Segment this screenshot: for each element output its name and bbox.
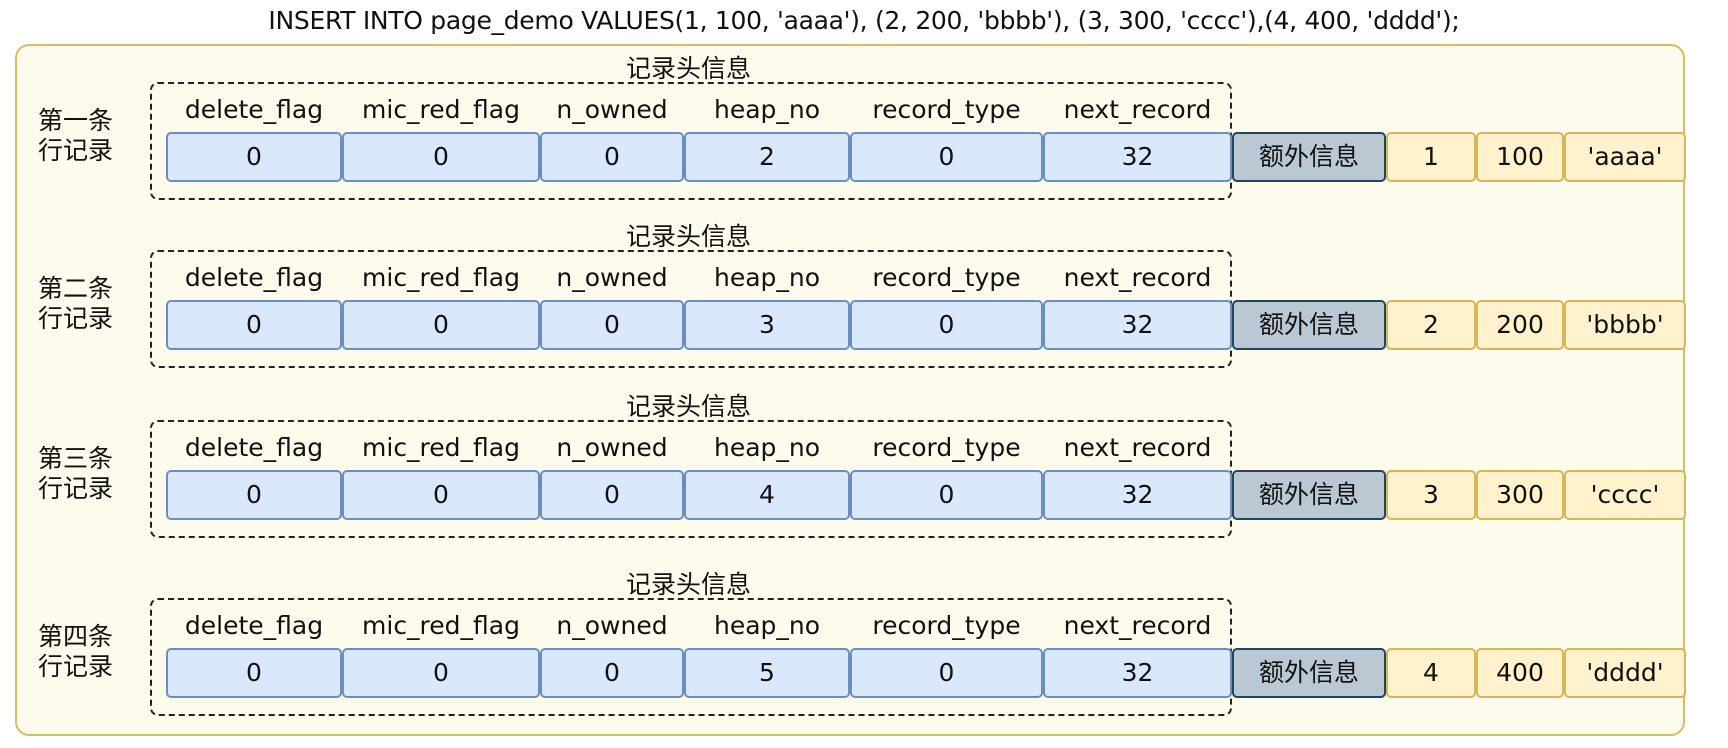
data-value-cell: 2 <box>1386 300 1476 350</box>
record-label: 第三条 行记录 <box>38 444 118 504</box>
header-value-delete-flag: 0 <box>166 648 342 698</box>
record-label-line1: 第四条 <box>38 622 114 651</box>
field-name-delete-flag: delete_flag <box>184 611 324 640</box>
record-header-title: 记录头信息 <box>626 222 752 251</box>
extra-info-cell: 额外信息 <box>1232 132 1386 182</box>
field-name-n-owned: n_owned <box>556 433 668 462</box>
field-name-delete-flag: delete_flag <box>184 263 324 292</box>
field-name-next-record: next_record <box>1063 263 1212 292</box>
record-label-line2: 行记录 <box>38 652 114 681</box>
field-name-delete-flag: delete_flag <box>184 95 324 124</box>
record-label-line1: 第三条 <box>38 444 114 473</box>
field-name-next-record: next_record <box>1063 611 1212 640</box>
record-label: 第一条 行记录 <box>38 106 118 166</box>
record-header-title: 记录头信息 <box>626 570 752 599</box>
field-name-heap-no: heap_no <box>713 433 821 462</box>
data-value-cell: 'bbbb' <box>1564 300 1686 350</box>
record-row: 第二条 行记录 记录头信息 delete_flag 0 mic_red_flag 0 n_ow… <box>0 222 1728 372</box>
data-value-cell: 100 <box>1476 132 1564 182</box>
field-name-record-type: record_type <box>872 263 1021 292</box>
field-name-mic-red-flag: mic_red_flag <box>362 95 520 124</box>
field-name-next-record: next_record <box>1063 433 1212 462</box>
field-name-heap-no: heap_no <box>713 263 821 292</box>
header-value-next-record: 32 <box>1043 470 1232 520</box>
header-value-delete-flag: 0 <box>166 470 342 520</box>
record-header-title: 记录头信息 <box>626 392 752 421</box>
field-name-heap-no: heap_no <box>713 611 821 640</box>
field-name-n-owned: n_owned <box>556 95 668 124</box>
data-value-cell: 200 <box>1476 300 1564 350</box>
field-name-n-owned: n_owned <box>556 611 668 640</box>
header-value-delete-flag: 0 <box>166 132 342 182</box>
extra-info-cell: 额外信息 <box>1232 300 1386 350</box>
record-row: 第三条 行记录 记录头信息 delete_flag 0 mic_red_flag 0 n_ow… <box>0 392 1728 542</box>
field-name-mic-red-flag: mic_red_flag <box>362 263 520 292</box>
record-label: 第二条 行记录 <box>38 274 118 334</box>
header-value-record-type: 0 <box>850 470 1043 520</box>
data-value-cell: 1 <box>1386 132 1476 182</box>
data-value-cell: 'aaaa' <box>1564 132 1686 182</box>
header-value-heap-no: 2 <box>684 132 850 182</box>
record-header-title: 记录头信息 <box>626 54 752 83</box>
header-value-next-record: 32 <box>1043 300 1232 350</box>
field-name-record-type: record_type <box>872 95 1021 124</box>
record-row: 第一条 行记录 记录头信息 delete_flag 0 mic_red_flag 0 n_ow… <box>0 54 1728 204</box>
sql-statement: INSERT INTO page_demo VALUES(1, 100, 'aa… <box>268 6 1460 35</box>
header-value-delete-flag: 0 <box>166 300 342 350</box>
header-value-next-record: 32 <box>1043 132 1232 182</box>
record-label-line2: 行记录 <box>38 136 114 165</box>
header-value-mic-red-flag: 0 <box>342 648 540 698</box>
header-value-heap-no: 3 <box>684 300 850 350</box>
data-value-cell: 3 <box>1386 470 1476 520</box>
extra-info-cell: 额外信息 <box>1232 648 1386 698</box>
field-name-next-record: next_record <box>1063 95 1212 124</box>
field-name-n-owned: n_owned <box>556 263 668 292</box>
field-name-record-type: record_type <box>872 611 1021 640</box>
header-value-record-type: 0 <box>850 132 1043 182</box>
data-value-cell: 'dddd' <box>1564 648 1686 698</box>
header-value-heap-no: 4 <box>684 470 850 520</box>
header-value-mic-red-flag: 0 <box>342 132 540 182</box>
record-row: 第四条 行记录 记录头信息 delete_flag 0 mic_red_flag 0 n_ow… <box>0 570 1728 720</box>
data-value-cell: 300 <box>1476 470 1564 520</box>
header-value-n-owned: 0 <box>540 132 684 182</box>
extra-info-cell: 额外信息 <box>1232 470 1386 520</box>
field-name-mic-red-flag: mic_red_flag <box>362 611 520 640</box>
header-value-heap-no: 5 <box>684 648 850 698</box>
header-value-mic-red-flag: 0 <box>342 470 540 520</box>
record-label: 第四条 行记录 <box>38 622 118 682</box>
field-name-record-type: record_type <box>872 433 1021 462</box>
record-label-line1: 第二条 <box>38 274 114 303</box>
header-value-mic-red-flag: 0 <box>342 300 540 350</box>
field-name-mic-red-flag: mic_red_flag <box>362 433 520 462</box>
record-label-line2: 行记录 <box>38 474 114 503</box>
header-value-record-type: 0 <box>850 300 1043 350</box>
record-label-line2: 行记录 <box>38 304 114 333</box>
header-value-next-record: 32 <box>1043 648 1232 698</box>
header-value-n-owned: 0 <box>540 648 684 698</box>
header-value-n-owned: 0 <box>540 470 684 520</box>
field-name-delete-flag: delete_flag <box>184 433 324 462</box>
field-name-heap-no: heap_no <box>713 95 821 124</box>
header-value-n-owned: 0 <box>540 300 684 350</box>
data-value-cell: 'cccc' <box>1564 470 1686 520</box>
record-label-line1: 第一条 <box>38 106 114 135</box>
data-value-cell: 400 <box>1476 648 1564 698</box>
data-value-cell: 4 <box>1386 648 1476 698</box>
header-value-record-type: 0 <box>850 648 1043 698</box>
